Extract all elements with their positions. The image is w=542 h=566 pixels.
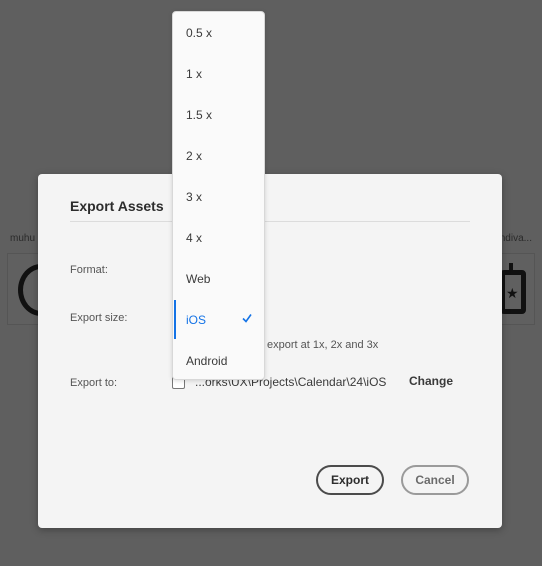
option-ios[interactable]: iOS: [173, 299, 264, 340]
artboard-label-left: muhu: [10, 233, 36, 244]
option-3x[interactable]: 3 x: [173, 176, 264, 217]
export-size-hint: export at 1x, 2x and 3x: [267, 339, 379, 351]
option-0-5x[interactable]: 0.5 x: [173, 12, 264, 53]
dialog-title: Export Assets: [70, 198, 164, 214]
calendar-icon: [500, 263, 526, 314]
option-4x[interactable]: 4 x: [173, 217, 264, 258]
export-to-label: Export to:: [70, 377, 118, 389]
artboard-label-right: ndiva...: [499, 233, 532, 244]
option-1x[interactable]: 1 x: [173, 53, 264, 94]
option-android[interactable]: Android: [173, 340, 264, 381]
format-label: Format:: [70, 264, 108, 276]
export-button[interactable]: Export: [316, 465, 384, 495]
export-size-dropdown[interactable]: 0.5 x 1 x 1.5 x 2 x 3 x 4 x Web iOS Andr…: [172, 11, 265, 380]
title-divider: [70, 221, 470, 222]
option-1-5x[interactable]: 1.5 x: [173, 94, 264, 135]
option-ios-label: iOS: [186, 312, 207, 327]
checkmark-icon: [242, 314, 252, 323]
change-path-button[interactable]: Change: [409, 374, 453, 388]
export-size-label: Export size:: [70, 312, 128, 324]
cancel-button[interactable]: Cancel: [401, 465, 469, 495]
export-assets-dialog: Export Assets Format: Export size: expor…: [38, 174, 502, 528]
option-2x[interactable]: 2 x: [173, 135, 264, 176]
option-web[interactable]: Web: [173, 258, 264, 299]
